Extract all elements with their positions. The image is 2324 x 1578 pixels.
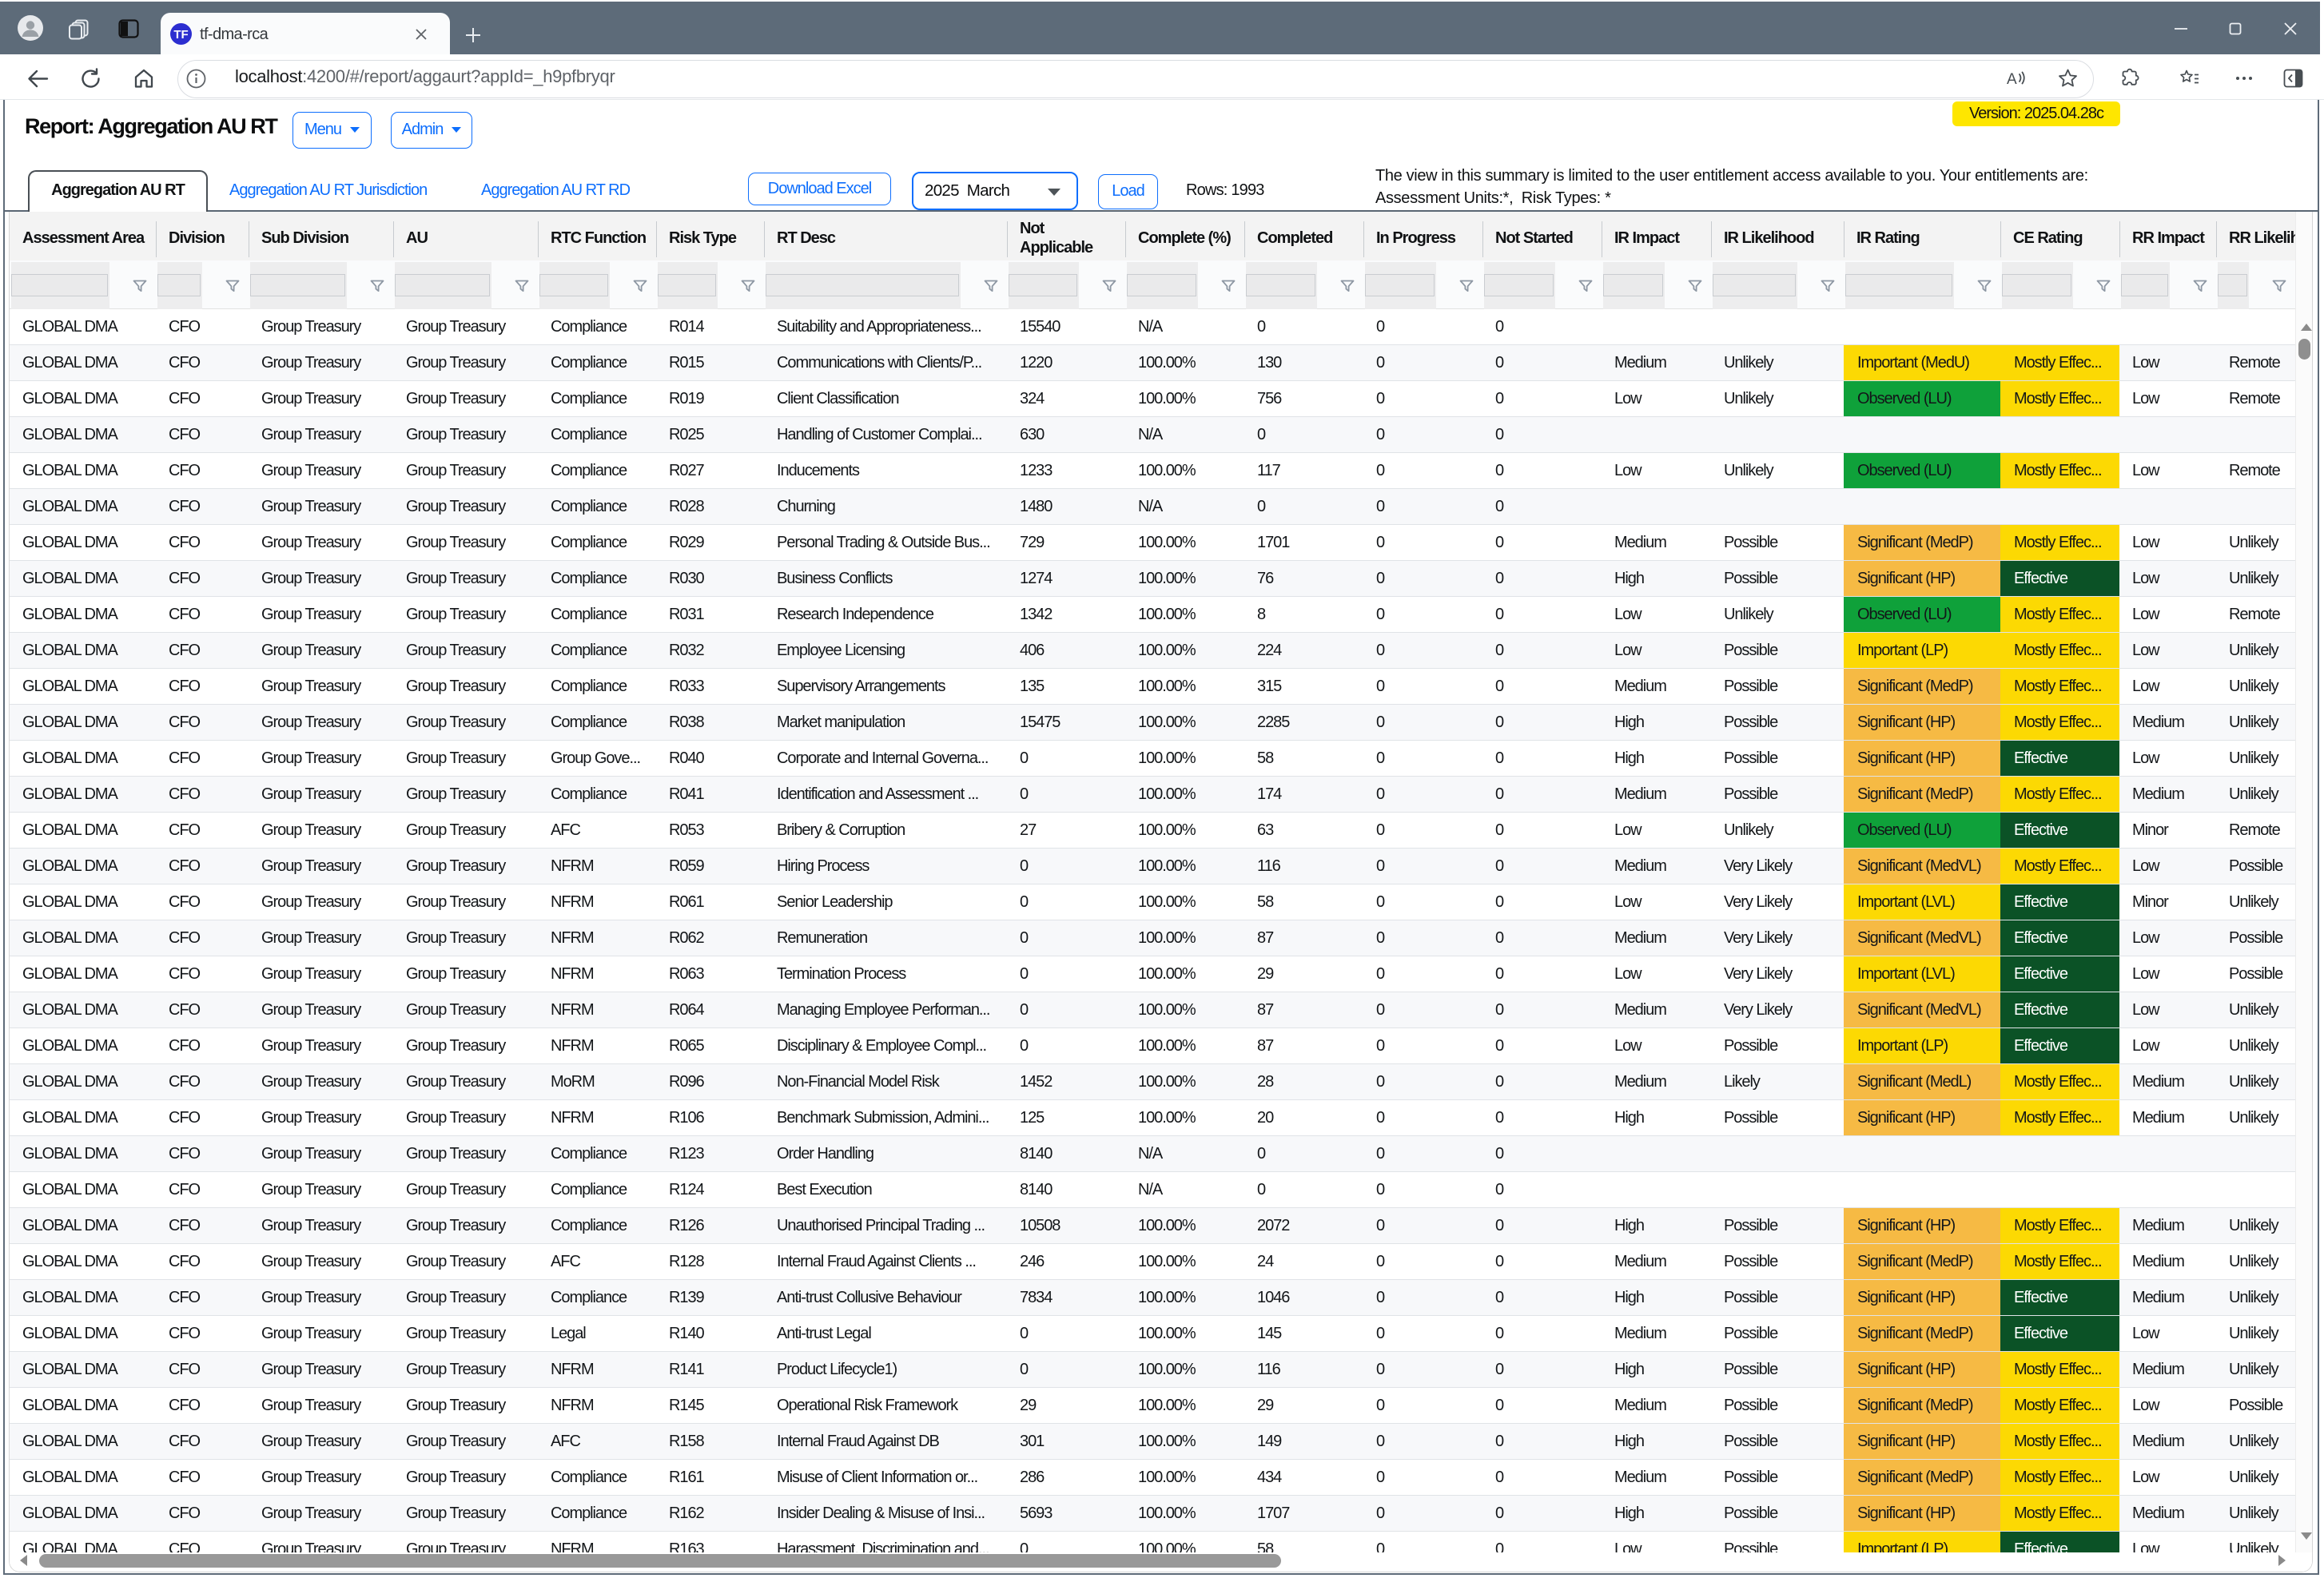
svg-text:TF: TF bbox=[173, 28, 188, 42]
svg-text:A: A bbox=[2007, 71, 2017, 88]
